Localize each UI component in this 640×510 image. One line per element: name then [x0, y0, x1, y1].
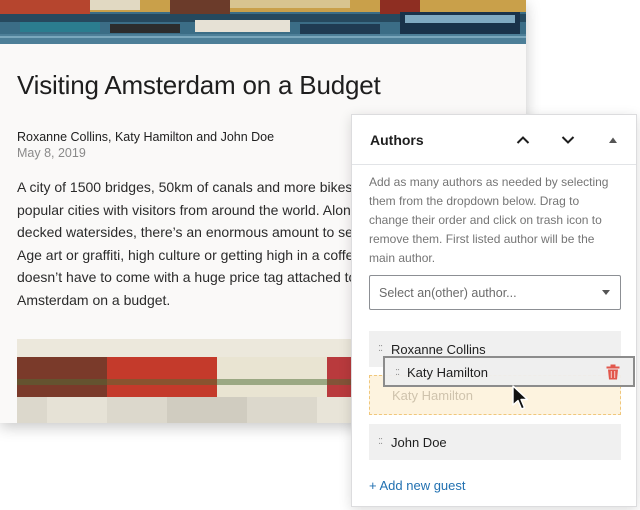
drag-handle-icon[interactable]: :: — [378, 342, 383, 354]
placeholder-author-name: Katy Hamilton — [392, 388, 473, 403]
move-up-button[interactable] — [512, 129, 534, 151]
description-line: them from the dropdown below. Drag to — [369, 194, 580, 208]
move-down-button[interactable] — [557, 129, 579, 151]
drag-handle-icon[interactable]: :: — [395, 366, 400, 378]
hero-image-canal — [0, 0, 526, 44]
chevron-up-icon — [516, 136, 530, 144]
description-line: main author. — [369, 251, 436, 265]
author-item-john-doe[interactable]: :: John Doe — [369, 424, 621, 460]
authors-panel: Authors Add as many authors as needed by… — [351, 114, 637, 507]
description-line: remove them. First listed author will be… — [369, 232, 595, 246]
drag-handle-icon[interactable]: :: — [378, 435, 383, 447]
author-select-dropdown[interactable]: Select an(other) author... — [369, 275, 621, 310]
author-name: Katy Hamilton — [407, 365, 488, 380]
select-placeholder: Select an(other) author... — [379, 286, 517, 300]
author-name: Roxanne Collins — [391, 342, 486, 357]
description-line: Add as many authors as needed by selecti… — [369, 175, 609, 189]
collapse-panel-button[interactable] — [602, 129, 624, 151]
panel-header: Authors — [352, 115, 636, 165]
article-authors: Roxanne Collins, Katy Hamilton and John … — [17, 130, 275, 144]
article-date: May 8, 2019 — [17, 146, 86, 160]
chevron-down-icon — [602, 290, 610, 295]
author-name: John Doe — [391, 435, 447, 450]
dragged-author-item[interactable]: :: Katy Hamilton — [383, 356, 635, 387]
panel-description: Add as many authors as needed by selecti… — [369, 173, 627, 268]
trash-icon[interactable] — [606, 364, 620, 380]
caret-up-icon — [609, 137, 617, 143]
panel-title: Authors — [370, 132, 424, 148]
mouse-cursor-icon — [512, 385, 529, 410]
chevron-down-icon — [561, 136, 575, 144]
article-title: Visiting Amsterdam on a Budget — [17, 70, 381, 100]
add-new-guest-link[interactable]: + Add new guest — [369, 478, 466, 493]
description-line: change their order and click on trash ic… — [369, 213, 602, 227]
